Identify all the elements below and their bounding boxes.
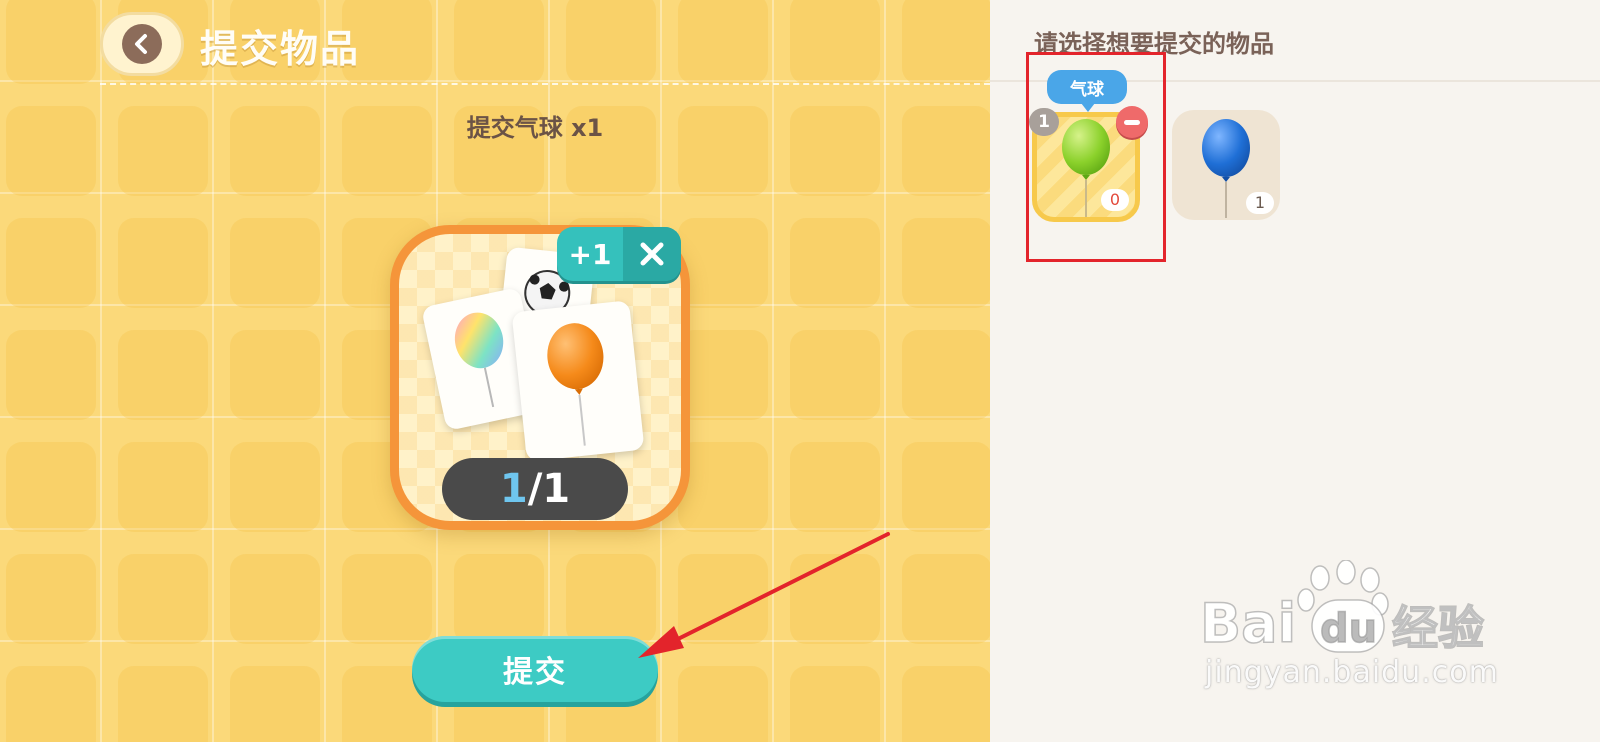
background-tile <box>678 106 768 196</box>
background-tile <box>6 442 96 532</box>
background-tile <box>118 330 208 420</box>
remove-button[interactable] <box>623 227 681 281</box>
close-icon <box>640 242 664 266</box>
red-highlight-annotation <box>1026 52 1166 262</box>
counter-total: 1 <box>542 466 571 512</box>
back-arrow-icon <box>122 24 162 64</box>
background-tile <box>118 218 208 308</box>
background-tile <box>678 442 768 532</box>
background-tile <box>6 0 96 84</box>
background-tile <box>230 442 320 532</box>
orange-balloon-card <box>511 300 645 462</box>
background-tile <box>790 666 880 742</box>
slot-count: 1 <box>1246 192 1274 214</box>
background-tile <box>230 218 320 308</box>
red-arrow-annotation <box>638 532 890 658</box>
back-button[interactable] <box>100 12 184 76</box>
background-tile <box>230 330 320 420</box>
background-tile <box>342 554 432 644</box>
add-one-button[interactable]: +1 <box>557 227 623 281</box>
add-remove-control: +1 <box>557 227 681 281</box>
background-tile <box>230 106 320 196</box>
background-tile <box>6 330 96 420</box>
background-tile <box>6 106 96 196</box>
background-tile <box>678 218 768 308</box>
page-title: 提交物品 <box>200 27 361 71</box>
counter-separator: / <box>527 466 543 512</box>
inventory-slot-blue-balloon[interactable]: 1 <box>1172 110 1280 220</box>
background-tile <box>902 666 992 742</box>
background-tile <box>118 554 208 644</box>
svg-text:Bai: Bai <box>1200 592 1296 655</box>
counter-current: 1 <box>499 466 528 512</box>
background-tile <box>902 106 992 196</box>
background-tile <box>230 666 320 742</box>
header: 提交物品 <box>100 12 980 76</box>
progress-counter: 1/1 <box>442 458 628 520</box>
background-tile <box>6 554 96 644</box>
background-tile <box>790 218 880 308</box>
background-tile <box>902 218 992 308</box>
orange-balloon-icon <box>547 323 604 446</box>
background-tile <box>342 106 432 196</box>
watermark-url: jingyan.baidu.com <box>1205 655 1499 690</box>
background-tile <box>902 554 992 644</box>
background-tile <box>902 330 992 420</box>
svg-text:经验: 经验 <box>1392 601 1484 655</box>
header-divider <box>100 83 990 85</box>
requirement-text: 提交气球 x1 <box>466 114 604 142</box>
background-tile <box>118 106 208 196</box>
background-tile <box>230 554 320 644</box>
background-tile <box>790 330 880 420</box>
baidu-watermark-logo: Bai du 经验 <box>1200 560 1485 656</box>
background-tile <box>902 442 992 532</box>
background-tile <box>790 106 880 196</box>
background-tile <box>454 554 544 644</box>
background-tile <box>678 666 768 742</box>
background-tile <box>790 442 880 532</box>
background-tile <box>6 218 96 308</box>
background-tile <box>118 442 208 532</box>
svg-text:du: du <box>1320 606 1377 652</box>
background-tile <box>118 666 208 742</box>
background-tile <box>678 330 768 420</box>
background-tile <box>6 666 96 742</box>
